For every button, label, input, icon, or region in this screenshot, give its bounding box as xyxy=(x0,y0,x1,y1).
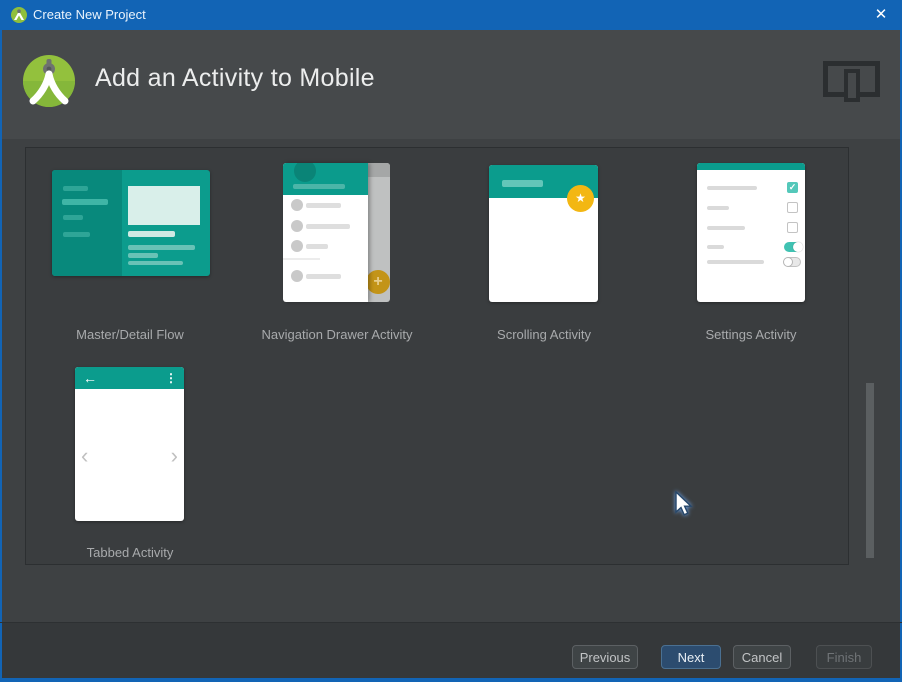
settings-appbar xyxy=(697,163,805,170)
settings-label-line xyxy=(707,206,729,210)
template-label-master-detail: Master/Detail Flow xyxy=(30,327,230,343)
template-label-navigation-drawer: Navigation Drawer Activity xyxy=(217,327,457,343)
cancel-button[interactable]: Cancel xyxy=(733,645,791,669)
nav-item-line xyxy=(306,224,350,229)
android-studio-logo xyxy=(22,52,76,108)
md-detail-text-line xyxy=(128,245,195,250)
scrolling-fab-star-icon: ★ xyxy=(567,185,594,212)
scrollbar-thumb[interactable] xyxy=(866,383,874,558)
back-arrow-icon: ← xyxy=(83,368,97,388)
android-studio-icon xyxy=(11,7,27,23)
previous-button[interactable]: Previous xyxy=(572,645,638,669)
close-icon[interactable]: ✕ xyxy=(868,2,894,28)
settings-checkbox-unchecked-icon xyxy=(787,222,798,233)
settings-checkbox-unchecked-icon xyxy=(787,202,798,213)
md-detail-image xyxy=(128,186,200,225)
template-label-settings: Settings Activity xyxy=(651,327,851,343)
titlebar: Create New Project ✕ xyxy=(0,0,902,30)
chevron-right-icon: › xyxy=(171,443,178,469)
template-label-scrolling: Scrolling Activity xyxy=(444,327,644,343)
next-button[interactable]: Next xyxy=(661,645,721,669)
template-settings-activity[interactable]: ✓ xyxy=(697,163,805,302)
chevron-left-icon: ‹ xyxy=(81,443,88,469)
nav-item-line xyxy=(306,274,341,279)
finish-button[interactable]: Finish xyxy=(816,645,872,669)
settings-label-line xyxy=(707,260,764,264)
tabbed-appbar: ← ⋮ xyxy=(75,367,184,389)
page-title: Add an Activity to Mobile xyxy=(95,64,375,93)
create-new-project-dialog: Create New Project ✕ Add an Activity to … xyxy=(0,0,902,682)
window-title: Create New Project xyxy=(33,0,146,30)
settings-toggle-on-icon xyxy=(784,242,801,252)
template-label-tabbed: Tabbed Activity xyxy=(30,545,230,561)
nav-item-icon xyxy=(291,199,303,211)
phone-icon xyxy=(844,69,860,102)
template-navigation-drawer[interactable]: + xyxy=(283,163,390,302)
nav-item-icon xyxy=(291,270,303,282)
nav-item-icon xyxy=(291,220,303,232)
toggle-knob xyxy=(783,257,793,267)
nav-avatar xyxy=(294,163,316,182)
wizard-header: Add an Activity to Mobile xyxy=(2,30,900,139)
settings-label-line xyxy=(707,245,724,249)
md-detail-text-line xyxy=(128,253,158,258)
md-list-pane xyxy=(52,170,122,276)
mobile-form-factor-icon xyxy=(823,59,883,109)
md-list-line xyxy=(63,232,90,237)
md-list-line-selected xyxy=(62,199,108,205)
toggle-knob xyxy=(793,242,803,252)
settings-label-line xyxy=(707,226,745,230)
nav-divider xyxy=(283,258,320,260)
wizard-footer: Previous Next Cancel Finish xyxy=(2,623,900,678)
md-detail-text-line xyxy=(128,261,183,265)
window-border-bottom xyxy=(0,678,902,682)
nav-background-appbar xyxy=(368,163,390,177)
scrolling-title-line xyxy=(502,180,543,187)
md-detail-title-line xyxy=(128,231,175,237)
nav-header-line xyxy=(293,184,345,189)
template-scrolling-activity[interactable]: ★ xyxy=(489,165,598,302)
nav-drawer-panel xyxy=(283,163,368,302)
md-list-line xyxy=(63,186,88,191)
settings-checkbox-checked-icon: ✓ xyxy=(787,182,798,193)
nav-drawer-header xyxy=(283,163,368,195)
mouse-cursor xyxy=(674,491,698,519)
nav-item-line xyxy=(306,203,341,208)
nav-item-line xyxy=(306,244,328,249)
settings-label-line xyxy=(707,186,757,190)
template-tabbed-activity[interactable]: ← ⋮ ‹ › xyxy=(75,367,184,521)
md-list-line xyxy=(63,215,83,220)
overflow-menu-icon: ⋮ xyxy=(165,368,177,388)
settings-toggle-off-icon xyxy=(784,257,801,267)
nav-fab-plus-icon: + xyxy=(366,270,390,294)
nav-item-icon xyxy=(291,240,303,252)
template-master-detail-flow[interactable] xyxy=(52,170,210,276)
